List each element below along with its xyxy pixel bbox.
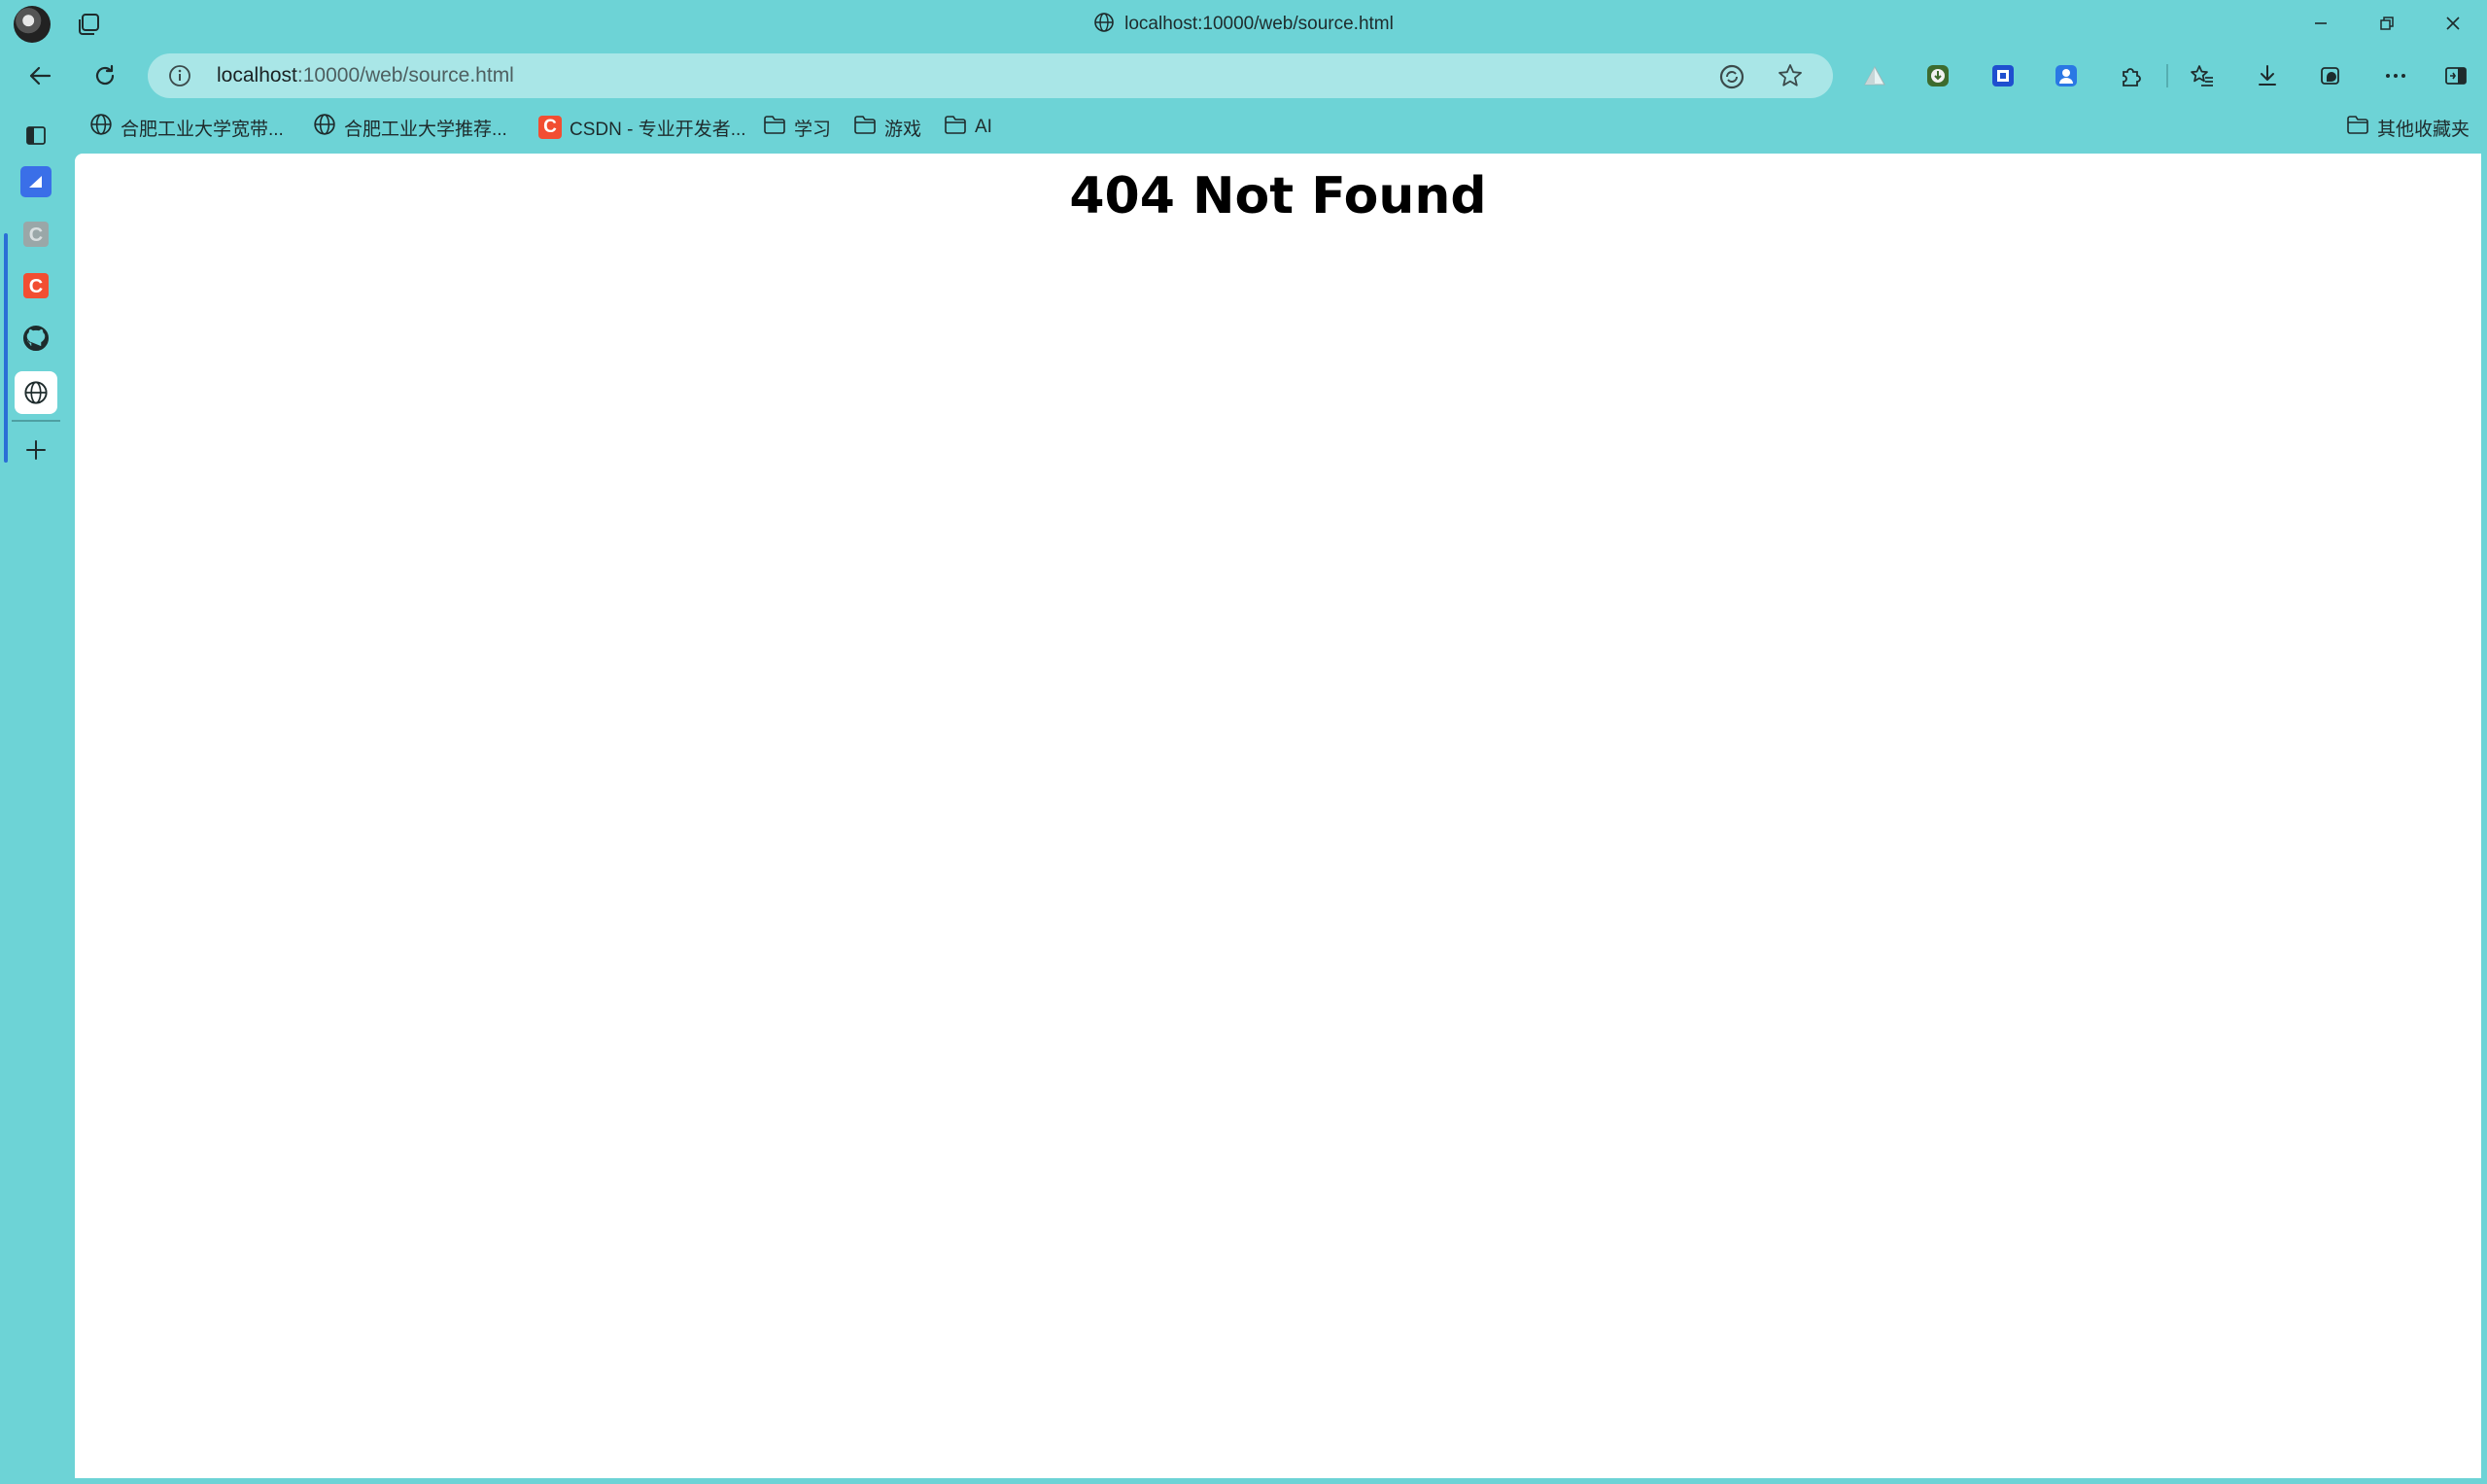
folder-icon — [763, 114, 794, 141]
bookmark-folder[interactable]: 游戏 — [853, 111, 921, 144]
globe-icon — [89, 113, 121, 142]
vertical-tabs-sidebar: C C — [0, 103, 74, 1484]
csdn-gray-icon[interactable]: C — [17, 216, 54, 253]
plus-icon[interactable] — [17, 431, 54, 468]
bookmark-label: CSDN - 专业开发者... — [570, 119, 746, 140]
sidebar-panel-icon[interactable] — [17, 117, 54, 154]
blue-app-icon[interactable] — [17, 163, 54, 200]
other-bookmarks-folder[interactable]: 其他收藏夹 — [2346, 111, 2470, 144]
globe-icon — [1093, 12, 1115, 39]
bookmark-label: 其他收藏夹 — [2377, 119, 2470, 140]
folder-icon — [2346, 114, 2377, 141]
back-button[interactable] — [20, 56, 59, 95]
downloads-icon[interactable] — [2248, 56, 2287, 95]
extensions-puzzle-icon[interactable] — [2112, 56, 2151, 95]
restore-button[interactable] — [2358, 6, 2416, 41]
folder-icon — [944, 114, 975, 141]
bookmark-label: 学习 — [794, 119, 832, 140]
favorites-icon[interactable] — [2183, 56, 2222, 95]
toolbar-separator — [2166, 64, 2168, 87]
extension-download-icon[interactable] — [1918, 56, 1957, 95]
navigation-bar: localhost:10000/web/source.html — [0, 49, 2487, 103]
bookmark-folder[interactable]: AI — [944, 111, 992, 144]
sidebar-separator — [12, 420, 60, 422]
csdn-icon: C — [538, 116, 562, 139]
bookmark-item[interactable]: 合肥工业大学宽带... — [89, 111, 284, 144]
bookmark-label: 游戏 — [884, 119, 922, 140]
title-bar: localhost:10000/web/source.html — [0, 0, 2487, 49]
sidebar-toggle-icon[interactable] — [2436, 56, 2475, 95]
bookmark-label: AI — [975, 117, 992, 137]
page-content: 404 Not Found — [75, 154, 2481, 1478]
globe-icon[interactable] — [15, 371, 57, 414]
window-title-text: localhost:10000/web/source.html — [1124, 14, 1394, 34]
site-info-icon[interactable] — [167, 63, 192, 88]
minimize-button[interactable] — [2292, 6, 2350, 41]
url-text[interactable]: localhost:10000/web/source.html — [217, 64, 514, 87]
github-icon[interactable] — [17, 320, 54, 357]
extension-triangle-icon[interactable] — [1855, 56, 1894, 95]
address-bar[interactable]: localhost:10000/web/source.html — [148, 53, 1833, 98]
collections-icon[interactable] — [2312, 56, 2351, 95]
url-host: localhost — [217, 64, 297, 86]
extension-shield-icon[interactable] — [1984, 56, 2022, 95]
bookmark-item[interactable]: 合肥工业大学推荐... — [313, 111, 507, 144]
more-menu-icon[interactable] — [2376, 56, 2415, 95]
page-heading: 404 Not Found — [1069, 167, 1487, 225]
bookmark-label: 合肥工业大学推荐... — [344, 119, 507, 140]
bookmarks-bar: 合肥工业大学宽带... 合肥工业大学推荐... C CSDN - 专业开发者..… — [0, 107, 2487, 148]
window-title: localhost:10000/web/source.html — [0, 12, 2487, 39]
folder-icon — [853, 114, 884, 141]
extension-user-icon[interactable] — [2047, 56, 2086, 95]
bookmark-folder[interactable]: 学习 — [763, 111, 831, 144]
close-button[interactable] — [2424, 6, 2482, 41]
favorite-star-icon[interactable] — [1777, 62, 1804, 94]
globe-icon — [313, 113, 344, 142]
reload-button[interactable] — [86, 56, 124, 95]
svg-text:C: C — [29, 224, 43, 246]
svg-text:C: C — [29, 276, 43, 297]
bookmark-item[interactable]: C CSDN - 专业开发者... — [538, 111, 746, 144]
active-group-indicator — [4, 233, 8, 463]
translate-icon[interactable] — [1718, 63, 1745, 95]
url-path: :10000/web/source.html — [296, 64, 514, 86]
bookmark-label: 合肥工业大学宽带... — [121, 119, 284, 140]
csdn-icon[interactable]: C — [17, 267, 54, 304]
